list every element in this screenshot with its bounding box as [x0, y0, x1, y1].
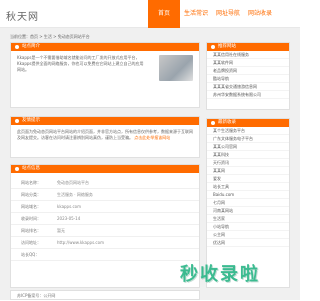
- star-icon: [211, 45, 215, 49]
- breadcrumb[interactable]: 当前位置：首页 > 生活 > 免动态页网站平台: [10, 34, 90, 40]
- main-nav: 首页 生活常识 网址导航 网站收录: [148, 0, 276, 28]
- site-thumbnail: [159, 55, 193, 81]
- content-area: 当前位置：首页 > 生活 > 免动态页网站平台 站点简介 Kkapps是一个不需…: [0, 28, 300, 300]
- latest-header: 最新收录: [207, 119, 289, 127]
- report-link[interactable]: 点击此处举报该网站: [134, 135, 170, 140]
- info-icon: [15, 45, 19, 49]
- info-value: 免动态页网站平台: [57, 180, 89, 185]
- list-item[interactable]: 老品牌投资网: [207, 67, 289, 75]
- info-key: 网站分类：: [21, 192, 41, 197]
- list-item[interactable]: 某某软件网: [207, 59, 289, 67]
- list-item[interactable]: 某某科技: [207, 151, 289, 159]
- info-row: 站长QQ：: [11, 249, 199, 261]
- info-row: 访问地址： http://www.kkapps.com: [11, 237, 199, 249]
- intro-header: 站点简介: [11, 43, 199, 51]
- warning-icon: [15, 119, 19, 123]
- info-row: 网站名称： 免动态页网站平台: [11, 177, 199, 189]
- list-item[interactable]: 某某信用社在线服务: [207, 51, 289, 59]
- info-key: 访问地址：: [21, 240, 41, 245]
- tips-title: 友情提示: [22, 118, 40, 123]
- nav-home[interactable]: 首页: [148, 0, 180, 28]
- list-item[interactable]: 某某公司官网: [207, 143, 289, 151]
- list-icon: [15, 167, 19, 171]
- list-item[interactable]: Baidu.com: [207, 191, 289, 199]
- list-item[interactable]: 酷站导航: [207, 75, 289, 83]
- nav-submit[interactable]: 网站收录: [244, 0, 276, 28]
- list-item[interactable]: 优达网: [207, 239, 289, 247]
- info-row: 网站域名： kkapps.com: [11, 201, 199, 213]
- tips-body: 此页面为免动态页网站平台网站的介绍页面，并非官方站点，所有信息仅供参考，数据来源…: [11, 125, 199, 145]
- footer-bar: 苏ICP备案号：公开网: [10, 290, 200, 300]
- list-item[interactable]: 七月网: [207, 199, 289, 207]
- info-panel: 站点信息 网站名称： 免动态页网站平台 网站分类： 生活服务 · 网络服务 网站域名…: [10, 164, 200, 288]
- info-row: 网站排名： 暂无: [11, 225, 199, 237]
- info-key: 收录时间：: [21, 216, 41, 221]
- header: 秋天网 首页 生活常识 网址导航 网站收录: [0, 0, 300, 28]
- intro-panel: 站点简介 Kkapps是一个不需要借助域名就能访问的工厂发的开放式应用平台，Kk…: [10, 42, 200, 108]
- intro-text: Kkapps是一个不需要借助域名就能访问的工厂发的开放式应用平台，Kkapps提…: [17, 55, 144, 72]
- list-item[interactable]: 某某某省交通旅游信息网: [207, 83, 289, 91]
- info-value: 2023-05-14: [57, 216, 81, 221]
- info-key: 网站名称：: [21, 180, 41, 185]
- info-value: 暂无: [57, 228, 65, 233]
- nav-directory[interactable]: 网址导航: [212, 0, 244, 28]
- recommended-panel: 推荐网站 某某信用社在线服务 某某软件网 老品牌投资网 酷站导航 某某某省交通旅…: [206, 42, 290, 110]
- info-row: 收录时间： 2023-05-14: [11, 213, 199, 225]
- info-key: 网站排名：: [21, 228, 41, 233]
- list-item[interactable]: 苏州华安数据系统有限公司: [207, 91, 289, 99]
- list-item[interactable]: 爱发: [207, 175, 289, 183]
- tips-panel: 友情提示 此页面为免动态页网站平台网站的介绍页面，并非官方站点，所有信息仅供参考…: [10, 116, 200, 158]
- list-item[interactable]: 广东文体服务电子平台: [207, 135, 289, 143]
- list-item[interactable]: 生活家: [207, 215, 289, 223]
- list-item[interactable]: 公主网: [207, 231, 289, 239]
- info-row: 网站分类： 生活服务 · 网络服务: [11, 189, 199, 201]
- info-value: [57, 249, 199, 260]
- info-value[interactable]: kkapps.com: [57, 201, 199, 212]
- list-item[interactable]: 小站导航: [207, 223, 289, 231]
- info-header: 站点信息: [11, 165, 199, 173]
- clock-icon: [211, 121, 215, 125]
- info-value[interactable]: http://www.kkapps.com: [57, 237, 199, 248]
- latest-title: 最新收录: [218, 120, 236, 125]
- list-item[interactable]: 河南某网站: [207, 207, 289, 215]
- recommended-header: 推荐网站: [207, 43, 289, 51]
- list-item[interactable]: 站长工具: [207, 183, 289, 191]
- recommended-title: 推荐网站: [218, 44, 236, 49]
- info-key: 站长QQ：: [21, 252, 40, 257]
- list-item[interactable]: 天行资讯: [207, 159, 289, 167]
- info-key: 网站域名：: [21, 204, 41, 209]
- info-title: 站点信息: [22, 166, 40, 171]
- info-value: 生活服务 · 网络服务: [57, 192, 93, 197]
- watermark-logo: 秒收录啦: [180, 264, 260, 285]
- site-logo[interactable]: 秋天网: [6, 8, 39, 23]
- list-item[interactable]: 某个生活服务平台: [207, 127, 289, 135]
- list-item[interactable]: 某某网: [207, 167, 289, 175]
- footer-text: 苏ICP备案号：公开网: [17, 293, 56, 298]
- info-table: 网站名称： 免动态页网站平台 网站分类： 生活服务 · 网络服务 网站域名： kkap…: [11, 173, 199, 261]
- intro-title: 站点简介: [22, 44, 40, 49]
- tips-header: 友情提示: [11, 117, 199, 125]
- nav-life[interactable]: 生活常识: [180, 0, 212, 28]
